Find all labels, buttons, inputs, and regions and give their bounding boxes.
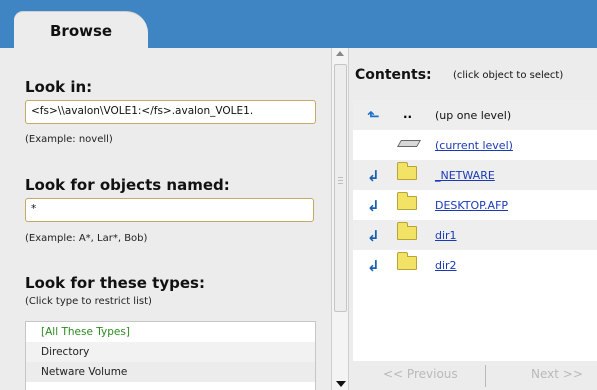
up-level-dots: ..	[403, 107, 413, 121]
contents-panel: Contents: (click object to select) ⬑ .. …	[349, 48, 597, 390]
open-arrow-icon: ↲	[367, 197, 380, 215]
look-in-example: (Example: novell)	[25, 134, 113, 145]
types-list[interactable]: [All These Types] Directory Netware Volu…	[25, 321, 316, 390]
list-item-folder[interactable]: ↲ dir2	[353, 250, 597, 280]
folder-link[interactable]: dir2	[435, 259, 457, 272]
contents-hint: (click object to select)	[453, 70, 564, 81]
open-arrow-icon: ↲	[367, 167, 380, 185]
list-item-folder[interactable]: ↲ dir1	[353, 220, 597, 250]
types-label: Look for these types:	[25, 274, 205, 292]
up-level-icon: ⬑	[367, 107, 380, 125]
open-arrow-icon: ↲	[367, 227, 380, 245]
type-item-all[interactable]: [All These Types]	[26, 322, 315, 342]
tab-browse-label: Browse	[50, 22, 113, 40]
folder-link[interactable]: _NETWARE	[435, 169, 495, 182]
list-item-up-level[interactable]: ⬑ .. (up one level)	[353, 100, 597, 130]
scrollbar[interactable]	[331, 48, 349, 390]
pagination-divider	[485, 365, 486, 387]
look-for-label: Look for objects named:	[25, 176, 230, 194]
up-level-label: (up one level)	[435, 109, 512, 122]
tab-bar: Browse	[0, 0, 597, 48]
folder-link[interactable]: DESKTOP.AFP	[435, 199, 508, 212]
current-level-link[interactable]: (current level)	[435, 139, 513, 152]
folder-icon	[397, 162, 417, 180]
look-for-field[interactable]: *	[25, 198, 314, 222]
contents-list: ⬑ .. (up one level) (current level) ↲ _N…	[353, 100, 597, 361]
volume-icon	[396, 140, 422, 147]
contents-title: Contents:	[355, 67, 432, 83]
list-item-current-level[interactable]: (current level)	[353, 130, 597, 160]
look-in-label: Look in:	[25, 78, 93, 96]
type-item-netware-volume[interactable]: Netware Volume	[26, 362, 315, 382]
pagination-bar: << Previous Next >>	[353, 361, 597, 390]
folder-icon	[397, 192, 417, 210]
tab-browse[interactable]: Browse	[14, 11, 148, 48]
type-item-directory[interactable]: Directory	[26, 342, 315, 362]
next-button[interactable]: Next >>	[531, 367, 583, 381]
folder-link[interactable]: dir1	[435, 229, 457, 242]
folder-icon	[397, 222, 417, 240]
folder-icon	[397, 252, 417, 270]
look-for-example: (Example: A*, Lar*, Bob)	[25, 233, 148, 244]
previous-button[interactable]: << Previous	[383, 367, 458, 381]
types-hint: (Click type to restrict list)	[25, 296, 152, 307]
scroll-thumb[interactable]	[334, 64, 347, 312]
search-panel: Look in: <fs>\\avalon\VOLE1:</fs>.avalon…	[0, 56, 331, 390]
list-item-folder[interactable]: ↲ _NETWARE	[353, 160, 597, 190]
open-arrow-icon: ↲	[367, 257, 380, 275]
list-item-folder[interactable]: ↲ DESKTOP.AFP	[353, 190, 597, 220]
look-in-field[interactable]: <fs>\\avalon\VOLE1:</fs>.avalon_VOLE1.	[25, 100, 316, 124]
scroll-up-arrow-icon[interactable]	[336, 51, 344, 56]
scroll-down-arrow-icon[interactable]	[336, 381, 346, 387]
